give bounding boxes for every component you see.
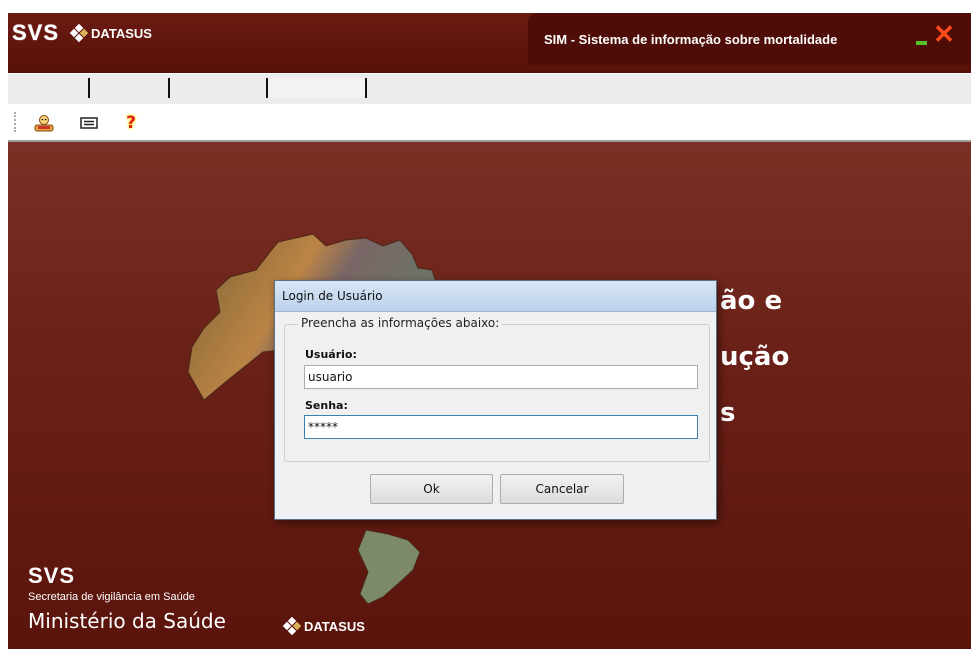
login-group-box: Preencha as informações abaixo: Usuário:… [284, 316, 710, 462]
menu-tab-1[interactable] [8, 78, 90, 98]
password-input[interactable] [304, 415, 698, 439]
svs-logo: SVS [12, 20, 60, 45]
background-text-line-3: s [720, 398, 736, 428]
dialog-body: Preencha as informações abaixo: Usuário:… [279, 312, 710, 513]
toolbar: ? [8, 104, 971, 142]
help-icon: ? [126, 113, 136, 133]
user-label: Usuário: [305, 348, 357, 361]
footer-datasus-logo: DATASUS [282, 616, 365, 636]
menu-bar [8, 73, 971, 104]
help-button[interactable]: ? [120, 112, 142, 134]
cancel-button[interactable]: Cancelar [500, 474, 624, 504]
brand-area: SVS DATASUS [12, 20, 152, 46]
card-button[interactable] [78, 112, 100, 134]
menu-tab-2[interactable] [90, 78, 170, 98]
group-title: Preencha as informações abaixo: [298, 316, 503, 330]
minimize-icon[interactable] [916, 41, 927, 45]
datasus-mark-icon [282, 616, 302, 636]
footer-secretaria-text: Secretaria de vigilância em Saúde [28, 591, 195, 603]
datasus-mark-icon [69, 23, 89, 43]
datasus-logo-text: DATASUS [91, 25, 152, 41]
window-title: SIM - Sistema de informação sobre mortal… [544, 32, 838, 47]
dialog-title-bar[interactable]: Login de Usuário [275, 281, 716, 312]
users-button[interactable] [33, 112, 55, 134]
footer-datasus-text: DATASUS [304, 618, 365, 634]
toolbar-grip [14, 112, 18, 132]
password-label: Senha: [305, 399, 348, 412]
menu-tab-3[interactable] [170, 78, 268, 98]
close-icon[interactable]: ✕ [932, 21, 956, 47]
datasus-logo: DATASUS [69, 23, 152, 43]
ok-button[interactable]: Ok [370, 474, 493, 504]
login-dialog: Login de Usuário Preencha as informações… [274, 280, 717, 520]
footer-ministerio-text: Ministério da Saúde [28, 609, 226, 633]
title-bar: SVS DATASUS SIM - Sistema de informação … [8, 13, 971, 73]
menu-tab-4[interactable] [268, 78, 367, 98]
user-input[interactable] [304, 365, 698, 389]
user-people-icon [34, 115, 54, 132]
background-text-line-2: ução [720, 342, 790, 372]
footer-svs-logo: SVS [28, 563, 76, 588]
background-text-line-1: ão e [720, 286, 783, 316]
dialog-title: Login de Usuário [282, 289, 383, 303]
card-icon [80, 117, 98, 129]
